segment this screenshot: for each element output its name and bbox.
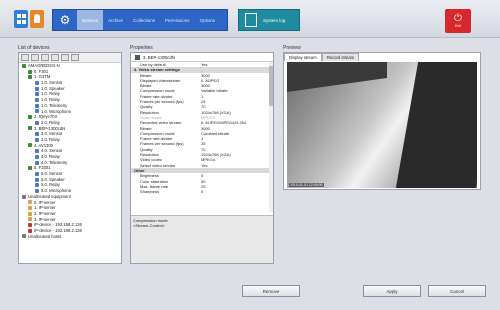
main-nav: ⚙ Devices Archive Collections Permission… [52,9,228,31]
device-icon [28,223,32,228]
system-log-label: System log [263,17,286,23]
tab-archive[interactable]: Archive [103,10,128,30]
device-icon [35,160,39,165]
log-icon [245,13,257,27]
property-grid: Use by default Yes 4. Video stream setting… [131,62,273,194]
tab-display-stream[interactable]: Display stream [284,53,322,61]
device-icon [28,228,32,233]
system-log-button[interactable]: System log [238,9,300,31]
preview-title: Preview [283,45,301,51]
device-icon [35,154,39,159]
device-icon [22,63,26,68]
devices-panel: AMAGREDSO-N 0. F301 1. G3TM 1.0. Sensor 1.0.… [18,52,122,264]
refresh-icon[interactable] [61,54,69,61]
preview-tabs: Display stream Record stream [284,53,480,61]
gear-icon: ⚙ [59,13,71,27]
device-icon [28,75,32,80]
device-icon [35,183,39,188]
tab-devices[interactable]: Devices [77,10,104,30]
settings-icon[interactable] [51,54,59,61]
device-icon [22,234,26,239]
delete-icon[interactable] [41,54,49,61]
device-icon [28,126,32,131]
property-key: Sharpness [140,189,160,195]
exit-button[interactable]: ⏻ Exit [445,9,471,33]
device-icon [35,132,39,137]
camera-icon [135,54,140,60]
power-icon: ⏻ [454,13,462,24]
tree-node-label: Unallocated hosts [28,233,62,239]
exit-label: Exit [455,24,461,28]
property-row[interactable]: Sharpness 0 [131,189,273,194]
more-icon[interactable] [71,54,79,61]
cancel-button[interactable]: Cancel [428,285,486,297]
device-icon [35,103,39,108]
device-icon [35,109,39,114]
devices-title: List of devices [18,45,50,51]
tab-collections[interactable]: Collections [128,10,160,30]
device-tree: AMAGREDSO-N 0. F301 1. G3TM 1.0. Sensor 1.0.… [19,63,121,239]
properties-title: Properties [130,45,153,51]
device-icon [35,97,39,102]
device-icon [22,194,26,199]
device-icon [35,188,39,193]
tab-permissions[interactable]: Permissions [160,10,195,30]
device-icon [28,143,32,148]
video-preview: 2010-01-01 12:00:00 [287,62,477,188]
property-description: Compression mode <Stream-Control> [131,215,273,263]
device-icon [28,206,32,211]
device-icon [35,149,39,154]
device-icon [35,177,39,182]
device-icon [28,211,32,216]
properties-header: 3. BEP-1300cdN [131,53,273,62]
tab-options[interactable]: Options [195,10,221,30]
add-device-icon[interactable] [21,54,29,61]
layout-icon[interactable] [14,10,28,28]
devices-toolbar [19,53,121,63]
device-icon [28,115,32,120]
device-icon [35,120,39,125]
add-group-icon[interactable] [31,54,39,61]
tab-record-stream[interactable]: Record stream [321,53,360,61]
description-text: <Stream-Control> [133,223,165,228]
device-icon [35,137,39,142]
device-icon [28,200,32,205]
device-icon [35,171,39,176]
device-icon [35,80,39,85]
top-bar: ⚙ Devices Archive Collections Permission… [0,0,500,38]
properties-scrollbar[interactable] [269,62,273,212]
video-timestamp: 2010-01-01 12:00:00 [289,183,324,187]
properties-panel: 3. BEP-1300cdN Use by default Yes 4. Video… [130,52,274,264]
property-value[interactable]: 0 [201,189,273,194]
device-icon [28,166,32,171]
tree-node[interactable]: Unallocated hosts [19,234,121,240]
device-icon [28,69,32,74]
device-icon [35,92,39,97]
remove-button[interactable]: Remove [242,285,300,297]
device-icon [28,217,32,222]
properties-device-name: 3. BEP-1300cdN [143,54,176,60]
preview-panel: Display stream Record stream 2010-01-01 … [283,52,481,190]
apply-button[interactable]: Apply [363,285,421,297]
user-icon[interactable] [30,10,44,28]
device-icon [35,86,39,91]
